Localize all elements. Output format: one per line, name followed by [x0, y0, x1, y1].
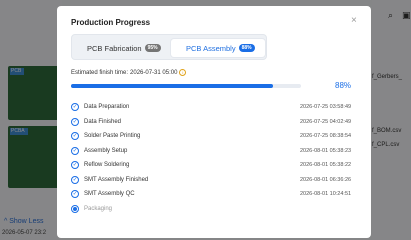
- progress-bar: [71, 84, 301, 88]
- info-icon[interactable]: i: [179, 69, 187, 76]
- step-time: 2026-08-01 05:38:23: [300, 147, 352, 154]
- tab-badge: 88%: [238, 44, 255, 52]
- step-item: ✓ Solder Paste Printing 2026-07-25 08:38:5…: [71, 129, 361, 144]
- check-circle-icon: ✓: [71, 103, 79, 112]
- check-circle-icon: ✓: [71, 117, 79, 126]
- estimated-value: 2026-07-31 05:00: [130, 69, 178, 76]
- modal-title: Production Progress: [71, 18, 151, 27]
- step-name: SMT Assembly QC: [84, 191, 135, 198]
- step-name: SMT Assembly Finished: [84, 176, 149, 183]
- step-time: 2026-07-25 08:38:54: [300, 133, 352, 140]
- step-item: ✓ Reflow Soldering 2026-08-01 05:38:22: [71, 158, 361, 173]
- step-item: ✓ SMT Assembly Finished 2026-08-01 06:36:2…: [71, 173, 361, 188]
- step-item: ✓ Data Preparation 2026-07-25 03:58:49: [71, 100, 361, 115]
- check-circle-icon: ✓: [71, 190, 79, 199]
- tab-pcb-assembly[interactable]: PCB Assembly 88%: [171, 39, 265, 57]
- close-icon[interactable]: ×: [351, 15, 357, 26]
- progress-percent: 88%: [335, 81, 352, 90]
- tab-pcb-fabrication[interactable]: PCB Fabrication 95%: [75, 39, 166, 57]
- step-item: ✓ SMT Assembly QC 2026-08-01 10:24:51: [71, 187, 361, 202]
- progress-tabs: PCB Fabrication 95% PCB Assembly 88%: [71, 34, 267, 60]
- step-time: 2026-08-01 10:24:51: [300, 191, 352, 198]
- step-name: Data Preparation: [84, 104, 130, 111]
- check-circle-icon: ✓: [71, 146, 79, 155]
- pending-dot-icon: [71, 204, 79, 213]
- step-time: 2026-08-01 06:36:26: [300, 176, 352, 183]
- step-item: ✓ Assembly Setup 2026-08-01 05:38:23: [71, 144, 361, 159]
- step-item: Packaging: [71, 202, 361, 217]
- step-name: Reflow Soldering: [84, 162, 130, 169]
- step-name: Solder Paste Printing: [84, 133, 141, 140]
- tab-label: PCB Fabrication: [87, 43, 142, 53]
- step-name: Assembly Setup: [84, 147, 128, 154]
- step-name: Packaging: [84, 205, 113, 212]
- tab-badge: 95%: [144, 44, 161, 52]
- estimated-label: Estimated finish time:: [71, 69, 129, 76]
- check-circle-icon: ✓: [71, 161, 79, 170]
- check-circle-icon: ✓: [71, 132, 79, 141]
- step-item: ✓ Data Finished 2026-07-25 04:02:49: [71, 115, 361, 130]
- step-time: 2026-07-25 03:58:49: [300, 104, 352, 111]
- progress-bar-fill: [71, 84, 274, 88]
- tab-label: PCB Assembly: [186, 43, 236, 53]
- estimated-finish: Estimated finish time: 2026-07-31 05:00 …: [71, 69, 187, 76]
- steps-list: ✓ Data Preparation 2026-07-25 03:58:49 ✓ Dat…: [71, 100, 361, 216]
- production-progress-modal: Production Progress × PCB Fabrication 95…: [57, 6, 371, 238]
- step-name: Data Finished: [84, 118, 122, 125]
- step-time: 2026-08-01 05:38:22: [300, 162, 352, 169]
- check-circle-icon: ✓: [71, 175, 79, 184]
- step-time: 2026-07-25 04:02:49: [300, 118, 352, 125]
